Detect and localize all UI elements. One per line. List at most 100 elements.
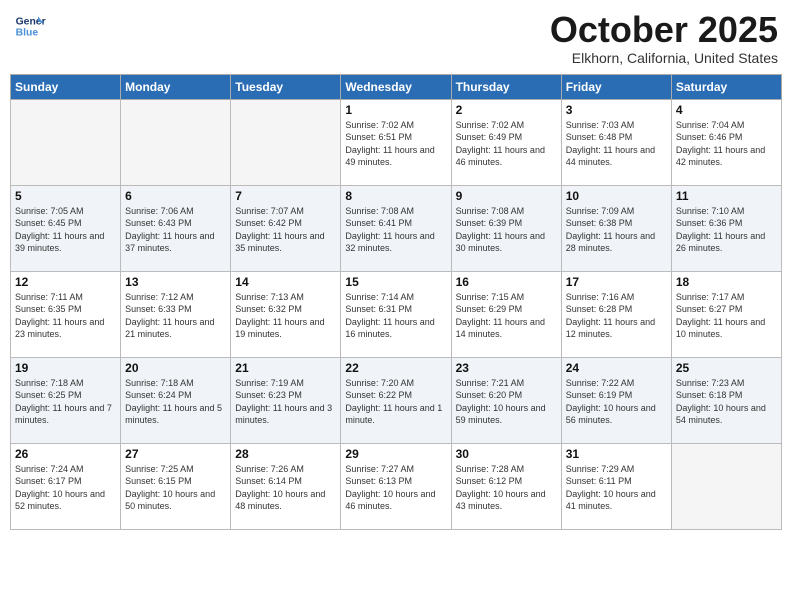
calendar-cell: 20Sunrise: 7:18 AMSunset: 6:24 PMDayligh… <box>121 357 231 443</box>
calendar-cell <box>121 99 231 185</box>
calendar-cell: 29 Sunrise: 7:27 AMSunset: 6:13 PMDayligh… <box>341 443 451 529</box>
calendar-cell: 26 Sunrise: 7:24 AMSunset: 6:17 PMDayligh… <box>11 443 121 529</box>
day-number: 16 <box>456 275 557 289</box>
day-info: Sunrise: 7:06 AMSunset: 6:43 PMDaylight:… <box>125 205 226 255</box>
day-number: 27 <box>125 447 226 461</box>
calendar-cell: 31Sunrise: 7:29 AMSunset: 6:11 PMDayligh… <box>561 443 671 529</box>
week-row-3: 12Sunrise: 7:11 AMSunset: 6:35 PMDayligh… <box>11 271 782 357</box>
day-header-thursday: Thursday <box>451 74 561 99</box>
day-number: 19 <box>15 361 116 375</box>
day-info: Sunrise: 7:25 AMSunset: 6:15 PMDaylight:… <box>125 463 226 513</box>
calendar-cell: 2 Sunrise: 7:02 AMSunset: 6:49 PMDaylight… <box>451 99 561 185</box>
day-number: 8 <box>345 189 446 203</box>
day-header-sunday: Sunday <box>11 74 121 99</box>
calendar-cell: 24 Sunrise: 7:22 AMSunset: 6:19 PMDayligh… <box>561 357 671 443</box>
day-header-friday: Friday <box>561 74 671 99</box>
day-number: 23 <box>456 361 557 375</box>
day-number: 9 <box>456 189 557 203</box>
day-info: Sunrise: 7:18 AMSunset: 6:25 PMDaylight:… <box>15 377 116 427</box>
month-title: October 2025 <box>550 10 778 50</box>
calendar-cell: 22 Sunrise: 7:20 AMSunset: 6:22 PMDayligh… <box>341 357 451 443</box>
day-info: Sunrise: 7:09 AMSunset: 6:38 PMDaylight:… <box>566 205 667 255</box>
calendar-cell: 25 Sunrise: 7:23 AMSunset: 6:18 PMDayligh… <box>671 357 781 443</box>
logo: General Blue <box>14 10 46 42</box>
day-info: Sunrise: 7:26 AMSunset: 6:14 PMDaylight:… <box>235 463 336 513</box>
day-number: 15 <box>345 275 446 289</box>
day-info: Sunrise: 7:10 AMSunset: 6:36 PMDaylight:… <box>676 205 777 255</box>
calendar-cell: 10 Sunrise: 7:09 AMSunset: 6:38 PMDayligh… <box>561 185 671 271</box>
calendar-cell: 18 Sunrise: 7:17 AMSunset: 6:27 PMDayligh… <box>671 271 781 357</box>
calendar-cell: 4Sunrise: 7:04 AMSunset: 6:46 PMDaylight… <box>671 99 781 185</box>
calendar-cell: 5 Sunrise: 7:05 AMSunset: 6:45 PMDaylight… <box>11 185 121 271</box>
day-number: 17 <box>566 275 667 289</box>
day-info: Sunrise: 7:20 AMSunset: 6:22 PMDaylight:… <box>345 377 446 427</box>
day-number: 4 <box>676 103 777 117</box>
calendar-cell: 3Sunrise: 7:03 AMSunset: 6:48 PMDaylight… <box>561 99 671 185</box>
day-number: 31 <box>566 447 667 461</box>
day-number: 5 <box>15 189 116 203</box>
calendar-cell <box>231 99 341 185</box>
day-info: Sunrise: 7:19 AMSunset: 6:23 PMDaylight:… <box>235 377 336 427</box>
calendar-cell: 23 Sunrise: 7:21 AMSunset: 6:20 PMDayligh… <box>451 357 561 443</box>
day-number: 21 <box>235 361 336 375</box>
day-number: 18 <box>676 275 777 289</box>
day-info: Sunrise: 7:22 AMSunset: 6:19 PMDaylight:… <box>566 377 667 427</box>
day-number: 22 <box>345 361 446 375</box>
day-number: 20 <box>125 361 226 375</box>
day-info: Sunrise: 7:02 AMSunset: 6:49 PMDaylight:… <box>456 119 557 169</box>
day-number: 28 <box>235 447 336 461</box>
svg-text:Blue: Blue <box>16 28 39 39</box>
day-number: 11 <box>676 189 777 203</box>
day-number: 24 <box>566 361 667 375</box>
day-number: 1 <box>345 103 446 117</box>
day-number: 3 <box>566 103 667 117</box>
calendar-cell <box>671 443 781 529</box>
day-info: Sunrise: 7:24 AMSunset: 6:17 PMDaylight:… <box>15 463 116 513</box>
day-info: Sunrise: 7:27 AMSunset: 6:13 PMDaylight:… <box>345 463 446 513</box>
calendar-table: SundayMondayTuesdayWednesdayThursdayFrid… <box>10 74 782 530</box>
day-number: 13 <box>125 275 226 289</box>
day-header-saturday: Saturday <box>671 74 781 99</box>
day-header-wednesday: Wednesday <box>341 74 451 99</box>
day-number: 30 <box>456 447 557 461</box>
day-info: Sunrise: 7:23 AMSunset: 6:18 PMDaylight:… <box>676 377 777 427</box>
day-info: Sunrise: 7:14 AMSunset: 6:31 PMDaylight:… <box>345 291 446 341</box>
day-number: 10 <box>566 189 667 203</box>
week-row-2: 5 Sunrise: 7:05 AMSunset: 6:45 PMDaylight… <box>11 185 782 271</box>
day-info: Sunrise: 7:15 AMSunset: 6:29 PMDaylight:… <box>456 291 557 341</box>
calendar-cell: 19 Sunrise: 7:18 AMSunset: 6:25 PMDayligh… <box>11 357 121 443</box>
calendar-cell: 8Sunrise: 7:08 AMSunset: 6:41 PMDaylight… <box>341 185 451 271</box>
calendar-cell: 17 Sunrise: 7:16 AMSunset: 6:28 PMDayligh… <box>561 271 671 357</box>
day-info: Sunrise: 7:08 AMSunset: 6:39 PMDaylight:… <box>456 205 557 255</box>
day-info: Sunrise: 7:13 AMSunset: 6:32 PMDaylight:… <box>235 291 336 341</box>
calendar-cell: 13Sunrise: 7:12 AMSunset: 6:33 PMDayligh… <box>121 271 231 357</box>
week-row-1: 1Sunrise: 7:02 AMSunset: 6:51 PMDaylight… <box>11 99 782 185</box>
calendar-cell: 16 Sunrise: 7:15 AMSunset: 6:29 PMDayligh… <box>451 271 561 357</box>
day-header-monday: Monday <box>121 74 231 99</box>
week-row-4: 19 Sunrise: 7:18 AMSunset: 6:25 PMDayligh… <box>11 357 782 443</box>
calendar-cell: 21 Sunrise: 7:19 AMSunset: 6:23 PMDayligh… <box>231 357 341 443</box>
day-number: 12 <box>15 275 116 289</box>
day-number: 2 <box>456 103 557 117</box>
calendar-cell: 11 Sunrise: 7:10 AMSunset: 6:36 PMDayligh… <box>671 185 781 271</box>
calendar-cell: 30Sunrise: 7:28 AMSunset: 6:12 PMDayligh… <box>451 443 561 529</box>
day-number: 29 <box>345 447 446 461</box>
day-info: Sunrise: 7:21 AMSunset: 6:20 PMDaylight:… <box>456 377 557 427</box>
calendar-cell <box>11 99 121 185</box>
calendar-cell: 6 Sunrise: 7:06 AMSunset: 6:43 PMDaylight… <box>121 185 231 271</box>
week-row-5: 26 Sunrise: 7:24 AMSunset: 6:17 PMDayligh… <box>11 443 782 529</box>
day-info: Sunrise: 7:05 AMSunset: 6:45 PMDaylight:… <box>15 205 116 255</box>
day-number: 14 <box>235 275 336 289</box>
day-header-tuesday: Tuesday <box>231 74 341 99</box>
title-block: October 2025 Elkhorn, California, United… <box>550 10 778 66</box>
calendar-cell: 7Sunrise: 7:07 AMSunset: 6:42 PMDaylight… <box>231 185 341 271</box>
day-info: Sunrise: 7:17 AMSunset: 6:27 PMDaylight:… <box>676 291 777 341</box>
day-number: 25 <box>676 361 777 375</box>
day-number: 26 <box>15 447 116 461</box>
calendar-cell: 27 Sunrise: 7:25 AMSunset: 6:15 PMDayligh… <box>121 443 231 529</box>
day-info: Sunrise: 7:16 AMSunset: 6:28 PMDaylight:… <box>566 291 667 341</box>
calendar-cell: 15 Sunrise: 7:14 AMSunset: 6:31 PMDayligh… <box>341 271 451 357</box>
logo-icon: General Blue <box>14 10 46 42</box>
day-number: 6 <box>125 189 226 203</box>
calendar-cell: 14 Sunrise: 7:13 AMSunset: 6:32 PMDayligh… <box>231 271 341 357</box>
